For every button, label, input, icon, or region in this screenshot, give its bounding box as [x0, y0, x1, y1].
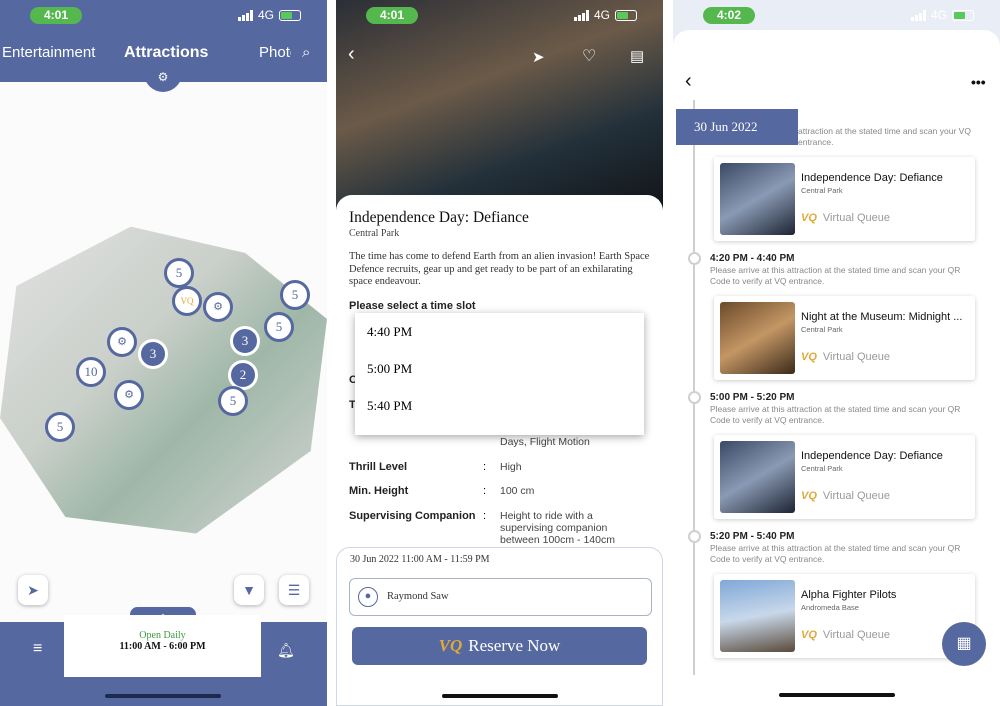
queue-item[interactable]: Night at the Museum: Midnight ... Centra… — [714, 296, 975, 380]
tab-attractions[interactable]: Attractions — [124, 44, 208, 62]
map-screen: 4:01 4G Entertainment Attractions Photo … — [0, 0, 327, 706]
vq-logo: VQ — [801, 351, 817, 363]
status-time: 4:01 — [30, 7, 82, 24]
vq-logo: VQ — [801, 629, 817, 641]
map-pin-cluster[interactable]: 3 — [230, 326, 260, 356]
arrival-note: Please arrive at this attraction at the … — [710, 404, 961, 425]
network-label: 4G — [593, 8, 610, 22]
signal-icon — [910, 9, 926, 21]
user-icon: ● — [358, 587, 378, 607]
arrival-note: attraction at the stated time and scan y… — [798, 126, 971, 147]
timeline-dot — [688, 530, 701, 543]
menu-icon[interactable]: ≡ — [33, 640, 42, 658]
signal-icon — [237, 9, 253, 21]
map-pin[interactable]: 10 — [76, 357, 106, 387]
vq-logo: VQ — [801, 212, 817, 224]
attraction-thumbnail — [720, 580, 795, 652]
slot-time: 5:00 PM - 5:20 PM — [710, 392, 795, 403]
timeline-line — [693, 100, 695, 675]
timeline-dot — [688, 252, 701, 265]
map-pin[interactable]: 5 — [264, 312, 294, 342]
map-pin[interactable]: 5 — [45, 412, 75, 442]
date-banner: 30 Jun 2022 — [676, 109, 798, 145]
more-icon[interactable]: ••• — [971, 74, 986, 90]
filter-icon[interactable]: ▼ — [234, 575, 264, 605]
qr-code-icon[interactable]: ▦ — [942, 622, 986, 666]
attraction-photo — [336, 0, 663, 210]
search-icon[interactable]: ⌕ — [302, 44, 310, 61]
add-note-icon[interactable]: ▤ — [630, 47, 644, 65]
queue-item[interactable]: Independence Day: Defiance Central Park … — [714, 435, 975, 519]
bell-icon[interactable]: 🔔︎ — [277, 642, 295, 659]
ride-pin-icon[interactable]: ⚙ — [107, 327, 137, 357]
map-pin[interactable]: 5 — [164, 258, 194, 288]
ride-pin-icon[interactable]: ⚙ — [114, 380, 144, 410]
opening-hours: Open Daily 11:00 AM - 6:00 PM — [64, 615, 261, 677]
attraction-thumbnail — [720, 441, 795, 513]
queue-item[interactable]: Independence Day: Defiance Central Park … — [714, 157, 975, 241]
time-slot-label: Please select a time slot — [349, 300, 476, 312]
time-slot-dropdown[interactable]: 4:40 PM 5:00 PM 5:40 PM — [355, 313, 644, 435]
tab-photo[interactable]: Photo — [259, 44, 291, 61]
reserve-now-button[interactable]: VQ Reserve Now — [352, 627, 647, 665]
list-icon[interactable]: ☰ — [279, 575, 309, 605]
battery-icon — [615, 9, 637, 21]
time-option[interactable]: 5:00 PM — [355, 350, 644, 387]
guest-selector[interactable]: ● Raymond Saw — [349, 578, 652, 616]
navigate-icon[interactable]: ➤ — [532, 48, 545, 66]
attraction-thumbnail — [720, 302, 795, 374]
vq-logo: VQ — [801, 490, 817, 502]
network-label: 4G — [257, 8, 274, 22]
slot-time: 5:20 PM - 5:40 PM — [710, 531, 795, 542]
arrival-note: Please arrive at this attraction at the … — [710, 265, 961, 286]
attraction-title: Independence Day: Defiance — [349, 209, 529, 226]
ride-category-icon: ⚙ — [144, 62, 182, 92]
vq-pin-icon[interactable]: VQ — [172, 286, 202, 316]
status-time: 4:01 — [366, 7, 418, 24]
slot-time: 4:20 PM - 4:40 PM — [710, 253, 795, 264]
status-time: 4:02 — [703, 7, 755, 24]
attraction-location: Central Park — [349, 228, 400, 239]
time-option[interactable]: 5:40 PM — [355, 387, 644, 424]
vq-logo: VQ — [438, 636, 463, 655]
battery-icon — [952, 9, 974, 21]
attraction-thumbnail — [720, 163, 795, 235]
locate-icon[interactable]: ➤ — [18, 575, 48, 605]
map-pin-cluster[interactable]: 3 — [138, 339, 168, 369]
session-info: 30 Jun 2022 11:00 AM - 11:59 PM — [350, 554, 490, 565]
attraction-description: The time has come to defend Earth from a… — [349, 251, 650, 287]
ride-pin-icon[interactable]: ⚙ — [203, 292, 233, 322]
time-option[interactable]: 4:40 PM — [355, 313, 644, 350]
guest-name: Raymond Saw — [387, 591, 449, 602]
signal-icon — [573, 9, 589, 21]
queue-item[interactable]: Alpha Fighter Pilots Andromeda Base VQ Vi… — [714, 574, 975, 658]
network-label: 4G — [930, 8, 947, 22]
map-pin[interactable]: 5 — [218, 386, 248, 416]
heart-icon[interactable]: ♡ — [582, 46, 596, 66]
back-icon[interactable]: ‹ — [348, 43, 355, 66]
arrival-note: Please arrive at this attraction at the … — [710, 543, 961, 564]
tab-entertainment[interactable]: Entertainment — [2, 44, 95, 61]
timeline-dot — [688, 391, 701, 404]
battery-icon — [279, 9, 301, 21]
map-pin[interactable]: 5 — [280, 280, 310, 310]
back-icon[interactable]: ‹ — [685, 70, 692, 93]
